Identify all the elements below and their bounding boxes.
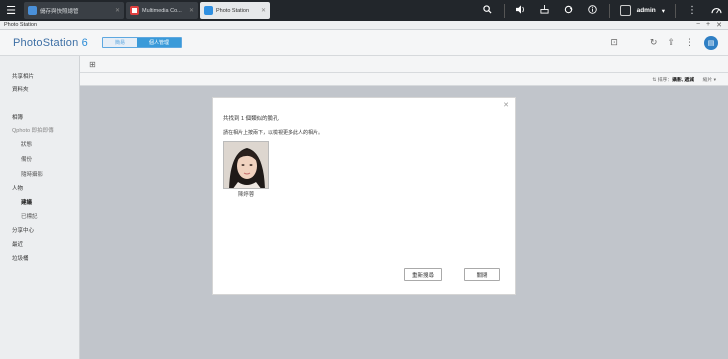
dashboard-icon[interactable] (704, 5, 728, 17)
grid-view-icon[interactable]: ⊞ (89, 60, 96, 69)
info-icon[interactable] (581, 4, 605, 17)
rescan-button[interactable]: 重新搜尋 (404, 268, 442, 281)
tab-storage[interactable]: 儲存與快照總管 ✕ (24, 2, 124, 19)
search-icon[interactable] (476, 4, 500, 17)
mode-manage-button[interactable]: 個人管理 (137, 38, 182, 47)
face-person-name[interactable]: 陳婷蓉 (223, 190, 269, 198)
content-toolbar: ⊞ (80, 56, 728, 73)
window-title: Photo Station (4, 22, 38, 28)
caret-down-icon: ▾ (661, 7, 665, 15)
window-titlebar: Photo Station − + ✕ (0, 21, 728, 30)
multimedia-app-icon (130, 6, 139, 15)
image-search-icon[interactable]: ⊡ (610, 37, 618, 48)
thumbnail-size-selector[interactable]: 縮片 ▾ (703, 76, 716, 83)
mode-simple-button[interactable]: 簡易 (103, 38, 138, 47)
refresh-icon[interactable]: ↻ (650, 37, 658, 48)
sidebar-item-folders[interactable]: 資料夾 (12, 85, 29, 93)
close-icon[interactable]: ✕ (115, 7, 120, 14)
tab-photostation[interactable]: Photo Station ✕ (200, 2, 270, 19)
more-icon[interactable]: ⋮ (680, 5, 704, 16)
sort-bar: ⇅ 排序：攝影, 遞減 縮片 ▾ (80, 73, 728, 86)
close-button[interactable]: 關閉 (464, 268, 500, 281)
sidebar-item-suggested[interactable]: 建議 (21, 198, 32, 206)
dialog-instruction-text: 請在相片上按兩下，以檢視更多此人的相片。 (223, 130, 324, 136)
sidebar: 共享相片 資料夾 相簿 Qphoto 即拍即傳 狀態 備份 隨時攝影 人物 建議… (0, 56, 80, 359)
close-icon[interactable]: ✕ (503, 101, 509, 109)
close-window-icon[interactable]: ✕ (716, 21, 722, 29)
mode-switch: 簡易 個人管理 (102, 37, 183, 48)
sidebar-item-qphoto[interactable]: Qphoto 即拍即傳 (12, 126, 54, 134)
minimize-icon[interactable]: − (696, 21, 700, 29)
maximize-icon[interactable]: + (706, 21, 710, 29)
sidebar-item-share-center[interactable]: 分享中心 (12, 226, 34, 234)
storage-app-icon (28, 6, 37, 15)
close-icon[interactable]: ✕ (261, 7, 266, 14)
sidebar-item-shared[interactable]: 共享相片 (12, 72, 34, 80)
similar-faces-dialog: ✕ 共找到 1 個類似的臉孔 請在相片上按兩下，以檢視更多此人的相片。 陳婷蓉 … (212, 97, 516, 295)
taskbar: ☰ 儲存與快照總管 ✕ Multimedia Co... ✕ Photo Sta… (0, 0, 728, 21)
dialog-result-text: 共找到 1 個類似的臉孔 (223, 116, 279, 122)
sidebar-item-recent[interactable]: 最近 (12, 240, 23, 248)
volume-icon[interactable] (509, 4, 533, 17)
more-options-icon[interactable]: ⋮ (685, 37, 694, 48)
tab-label: 儲存與快照總管 (40, 8, 79, 15)
photostation-app-icon (204, 6, 213, 15)
sidebar-item-albums[interactable]: 相簿 (12, 113, 23, 121)
sidebar-item-people[interactable]: 人物 (12, 184, 23, 192)
username: admin (636, 7, 656, 14)
app-logo: PhotoStation 6 (13, 36, 88, 49)
user-menu[interactable]: admin ▾ (614, 5, 671, 16)
main-menu-icon[interactable]: ☰ (0, 0, 22, 21)
sidebar-item-trash[interactable]: 垃圾桶 (12, 254, 29, 262)
app-header: PhotoStation 6 簡易 個人管理 ⊡ ↻ ⇪ ⋮ ▤ (0, 30, 728, 56)
close-icon[interactable]: ✕ (189, 7, 194, 14)
sidebar-item-backup[interactable]: 備份 (21, 155, 32, 163)
upload-icon[interactable]: ⇪ (667, 37, 675, 48)
tab-label: Multimedia Co... (142, 7, 182, 14)
sidebar-item-tagged[interactable]: 已標記 (21, 212, 38, 220)
tab-label: Photo Station (216, 7, 250, 14)
photostation-badge-icon[interactable]: ▤ (704, 35, 718, 50)
user-avatar-icon (619, 5, 631, 16)
sync-icon[interactable] (557, 5, 581, 17)
sidebar-item-status[interactable]: 狀態 (21, 140, 32, 148)
sort-selector[interactable]: ⇅ 排序：攝影, 遞減 (652, 76, 694, 83)
face-thumbnail[interactable] (223, 141, 269, 189)
sidebar-item-instant[interactable]: 隨時攝影 (21, 170, 43, 178)
tab-multimedia[interactable]: Multimedia Co... ✕ (126, 2, 198, 19)
tasks-icon[interactable] (533, 4, 557, 17)
